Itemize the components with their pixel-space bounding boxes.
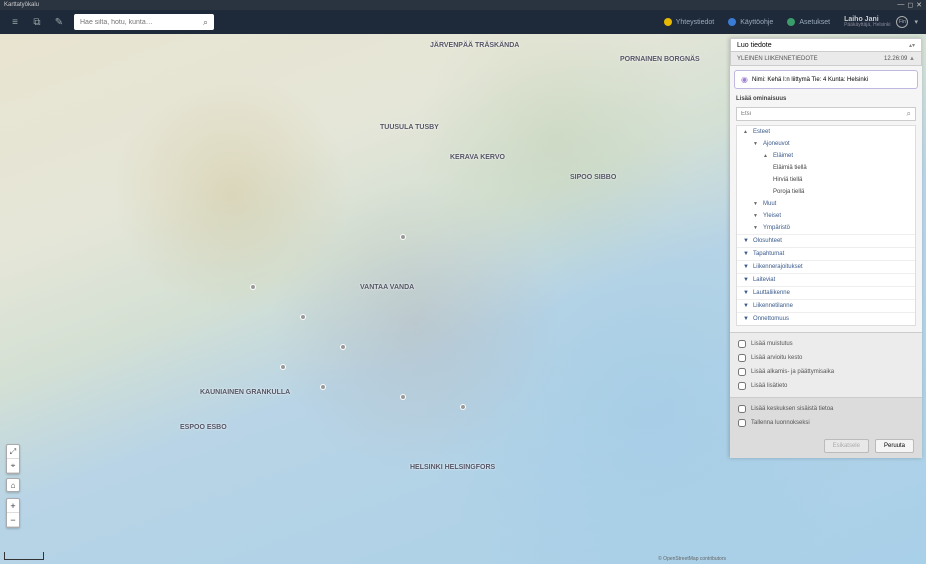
tree-poroja-tiella[interactable]: Poroja tiellä	[737, 186, 915, 198]
zoom-out-button[interactable]: −	[7, 513, 19, 527]
nav-help[interactable]: Käyttöohje	[728, 18, 773, 26]
map-label-kauniainen: KAUNIAINEN GRANKULLA	[200, 389, 290, 396]
tree-lauttaliikenne[interactable]: ▼Lauttaliikenne	[737, 286, 915, 299]
tree-onnettomuus[interactable]: ▼Onnettomuus	[737, 312, 915, 325]
search-icon[interactable]: ⌕	[203, 17, 208, 28]
search-input[interactable]	[80, 19, 203, 26]
check-muistutus[interactable]: Lisää muistutus	[730, 337, 922, 351]
close-icon[interactable]: ✕	[916, 1, 922, 9]
tree-elaimia-tiella[interactable]: Eläimiä tiellä	[737, 162, 915, 174]
checkbox-lisatieto[interactable]	[738, 382, 746, 390]
map-attribution: © OpenStreetMap contributors	[658, 556, 726, 562]
tree-olosuhteet[interactable]: ▼Olosuhteet	[737, 234, 915, 247]
check-alkamis[interactable]: Lisää alkamis- ja päättymisaika	[730, 365, 922, 379]
location-text: Nimi: Kehä I:n liittymä Tie: 4 Kunta: He…	[752, 77, 868, 83]
peruuta-button[interactable]: Peruuta	[875, 439, 914, 453]
settings-icon	[787, 18, 795, 26]
nav-contact-label: Yhteystiedot	[676, 19, 715, 26]
maximize-icon[interactable]: ◻	[907, 1, 913, 9]
search-input-wrapper: ⌕	[74, 14, 214, 30]
tree-hirvia-tiella[interactable]: Hirviä tiellä	[737, 174, 915, 186]
user-role: Pääkäyttäjä, Helsinki	[844, 23, 890, 28]
tree-laitevirhe[interactable]: ▼Laiteviat	[737, 273, 915, 286]
section-title: Lisää ominaisuus	[730, 93, 922, 105]
home-button[interactable]: ⌂	[6, 478, 20, 492]
layers-button[interactable]: ⌖	[7, 459, 19, 473]
side-panel: Luo tiedote ▴▾ YLEINEN LIIKENNETIEDOTE 1…	[730, 38, 922, 458]
filter-search-icon[interactable]: ⌕	[907, 109, 911, 119]
checkbox-alkamis[interactable]	[738, 368, 746, 376]
help-icon	[728, 18, 736, 26]
checkbox-arvioitu-kesto[interactable]	[738, 354, 746, 362]
checkbox-muistutus[interactable]	[738, 340, 746, 348]
check-lisatieto[interactable]: Lisää lisätieto	[730, 379, 922, 393]
nav-contact[interactable]: Yhteystiedot	[664, 18, 715, 26]
checkbox-tallenna[interactable]	[738, 419, 746, 427]
panel-header[interactable]: Luo tiedote ▴▾	[730, 38, 922, 52]
panel-stepper-icon[interactable]: ▴▾	[909, 42, 915, 49]
map-label-sipoo: SIPOO SIBBO	[570, 174, 616, 181]
pin-icon: ◉	[741, 75, 748, 84]
zoom-in-button[interactable]: +	[7, 499, 19, 513]
zoom-control: + −	[6, 498, 20, 528]
checkbox-keskuksen[interactable]	[738, 405, 746, 413]
check-keskuksen[interactable]: Lisää keskuksen sisäistä tietoa	[730, 402, 922, 416]
map-label-vantaa: VANTAA VANDA	[360, 284, 414, 291]
panel-header-label: Luo tiedote	[737, 42, 772, 49]
copy-icon[interactable]: ⧉	[30, 15, 44, 29]
nav-settings-label: Asetukset	[799, 19, 830, 26]
note-icon[interactable]: ✎	[52, 15, 66, 29]
map-label-helsinki: HELSINKI HELSINGFORS	[410, 464, 495, 471]
esikatsele-button[interactable]: Esikatsele	[824, 439, 869, 453]
panel-subheader: YLEINEN LIIKENNETIEDOTE 12.26:09 ▲	[730, 52, 922, 66]
location-box[interactable]: ◉ Nimi: Kehä I:n liittymä Tie: 4 Kunta: …	[734, 70, 918, 89]
panel-subheader-label: YLEINEN LIIKENNETIEDOTE	[737, 56, 818, 62]
nav-help-label: Käyttöohje	[740, 19, 773, 26]
tree-tapahtumat[interactable]: ▼Tapahtumat	[737, 247, 915, 260]
language-icon[interactable]: Fin	[896, 16, 908, 28]
check-tallenna[interactable]: Tallenna luonnokseksi	[730, 416, 922, 430]
map-label-jarvenpaa: JÄRVENPÄÄ TRÄSKÄNDA	[430, 42, 519, 49]
fullscreen-button[interactable]: ⤢	[7, 445, 19, 459]
filter-wrapper: ⌕	[736, 107, 916, 121]
nav-settings[interactable]: Asetukset	[787, 18, 830, 26]
map-label-tuusula: TUUSULA TUSBY	[380, 124, 439, 131]
tree-muut[interactable]: ▼Muut	[737, 198, 915, 210]
tree-elaimet[interactable]: ▲Eläimet	[737, 150, 915, 162]
map-label-espoo: ESPOO ESBO	[180, 424, 227, 431]
map-tools: ⤢ ⌖	[6, 444, 20, 474]
tree-liikennerajoitukset[interactable]: ▼Liikennerajoitukset	[737, 260, 915, 273]
property-tree: ▲Esteet ▼Ajoneuvot ▲Eläimet Eläimiä tiel…	[736, 125, 916, 326]
tree-esteet[interactable]: ▲Esteet	[737, 126, 915, 138]
check-arvioitu-kesto[interactable]: Lisää arvioitu kesto	[730, 351, 922, 365]
user-menu[interactable]: Laiho Jani Pääkäyttäjä, Helsinki Fin ▾	[844, 16, 918, 28]
tree-yleiset[interactable]: ▼Yleiset	[737, 210, 915, 222]
map-label-kerava: KERAVA KERVO	[450, 154, 505, 161]
map-label-pornainen: PORNAINEN BORGNÄS	[620, 56, 700, 63]
minimize-icon[interactable]: —	[897, 1, 904, 9]
tree-ajoneuvot[interactable]: ▼Ajoneuvot	[737, 138, 915, 150]
filter-input[interactable]	[741, 111, 907, 117]
tree-liikennetilanne[interactable]: ▼Liikennetilanne	[737, 299, 915, 312]
window-title: Karttatyökalu	[4, 2, 897, 8]
panel-time: 12.26:09	[884, 56, 907, 62]
tree-ymparisto[interactable]: ▼Ympäristö	[737, 222, 915, 234]
map-scale	[4, 552, 44, 560]
chevron-down-icon[interactable]: ▾	[914, 18, 918, 26]
menu-icon[interactable]: ≡	[8, 15, 22, 29]
contact-icon	[664, 18, 672, 26]
collapse-icon[interactable]: ▲	[909, 56, 915, 62]
